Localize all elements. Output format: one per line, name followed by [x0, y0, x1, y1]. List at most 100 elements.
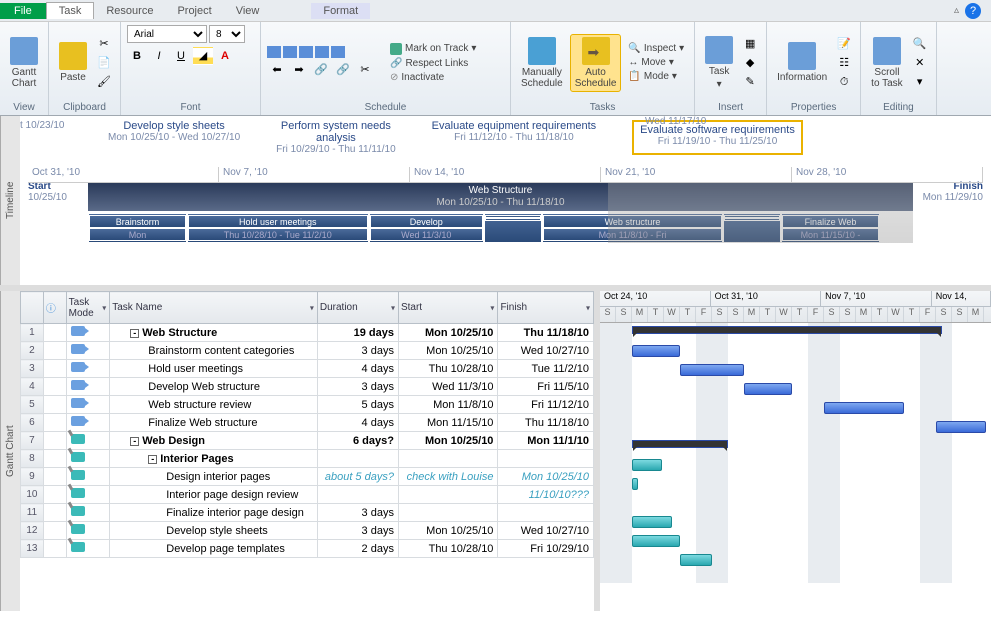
- name-cell[interactable]: Develop style sheets: [110, 522, 318, 540]
- auto-schedule-button[interactable]: ➡ Auto Schedule: [570, 34, 622, 92]
- fontcolor-button[interactable]: A: [215, 47, 235, 65]
- gantt-chart-area[interactable]: Oct 24, '10Oct 31, '10Nov 7, '10Nov 14, …: [600, 291, 991, 611]
- gantt-bar[interactable]: [824, 402, 904, 414]
- inactivate-button[interactable]: ⊘Inactivate: [386, 71, 480, 84]
- task-row[interactable]: 3 Hold user meetings 4 days Thu 10/28/10…: [21, 360, 594, 378]
- start-cell[interactable]: Thu 10/28/10: [398, 540, 497, 558]
- deliverable-button[interactable]: ✎: [740, 73, 760, 91]
- start-cell[interactable]: [398, 504, 497, 522]
- outline-toggle[interactable]: -: [130, 329, 139, 338]
- pct75-button[interactable]: [315, 46, 329, 58]
- start-cell[interactable]: Wed 11/3/10: [398, 378, 497, 396]
- finish-cell[interactable]: Thu 11/18/10: [498, 414, 594, 432]
- row-number[interactable]: 4: [21, 378, 44, 396]
- gantt-bar[interactable]: [632, 535, 680, 547]
- timeline-add-button[interactable]: ⏱: [834, 73, 854, 91]
- start-cell[interactable]: Mon 10/25/10: [398, 522, 497, 540]
- duration-cell[interactable]: 4 days: [317, 414, 398, 432]
- task-row[interactable]: 8 -Interior Pages: [21, 450, 594, 468]
- gantt-bar[interactable]: [632, 345, 680, 357]
- outdent-button[interactable]: ⬅: [267, 61, 287, 79]
- timeline-callout[interactable]: Evaluate equipment requirementsFri 11/12…: [432, 120, 596, 155]
- row-number[interactable]: 8: [21, 450, 44, 468]
- row-number[interactable]: 10: [21, 486, 44, 504]
- task-row[interactable]: 11 Finalize interior page design 3 days: [21, 504, 594, 522]
- task-row[interactable]: 5 Web structure review 5 days Mon 11/8/1…: [21, 396, 594, 414]
- gantt-bar[interactable]: [936, 421, 986, 433]
- copy-button[interactable]: 📄: [94, 54, 114, 72]
- duration-cell[interactable]: 19 days: [317, 324, 398, 342]
- cut-button[interactable]: ✂: [94, 35, 114, 53]
- task-row[interactable]: 12 Develop style sheets 3 days Mon 10/25…: [21, 522, 594, 540]
- pct100-button[interactable]: [331, 46, 345, 58]
- row-number[interactable]: 1: [21, 324, 44, 342]
- outline-toggle[interactable]: -: [148, 455, 157, 464]
- finish-cell[interactable]: Tue 11/2/10: [498, 360, 594, 378]
- clear-button[interactable]: ✕: [910, 54, 930, 72]
- pct50-button[interactable]: [299, 46, 313, 58]
- name-cell[interactable]: Web structure review: [110, 396, 318, 414]
- font-size-select[interactable]: 8: [209, 25, 245, 43]
- duration-cell[interactable]: 3 days: [317, 504, 398, 522]
- paste-button[interactable]: Paste: [55, 40, 91, 85]
- mode-cell[interactable]: [66, 522, 110, 540]
- mode-cell[interactable]: [66, 396, 110, 414]
- mode-cell[interactable]: [66, 504, 110, 522]
- timeline-panel[interactable]: t 10/23/10 Wed 11/17/10 Develop style sh…: [20, 116, 991, 285]
- row-number[interactable]: 6: [21, 414, 44, 432]
- pct25-button[interactable]: [283, 46, 297, 58]
- unlink-button[interactable]: 🔗: [333, 61, 353, 79]
- task-row[interactable]: 13 Develop page templates 2 days Thu 10/…: [21, 540, 594, 558]
- timeline-callout[interactable]: Perform system needsanalysisFri 10/29/10…: [276, 120, 396, 155]
- task-insert-button[interactable]: Task▾: [701, 34, 737, 92]
- project-tab[interactable]: Project: [165, 3, 223, 19]
- mode-cell[interactable]: [66, 432, 110, 450]
- indent-button[interactable]: ➡: [289, 61, 309, 79]
- duration-cell[interactable]: [317, 486, 398, 504]
- outline-toggle[interactable]: -: [130, 437, 139, 446]
- gantt-chart-button[interactable]: Gantt Chart: [6, 35, 42, 91]
- bold-button[interactable]: B: [127, 47, 147, 65]
- name-cell[interactable]: -Web Structure: [110, 324, 318, 342]
- finish-cell[interactable]: [498, 450, 594, 468]
- finish-col[interactable]: Finish▾: [498, 292, 594, 324]
- respect-links-button[interactable]: 🔗Respect Links: [386, 57, 480, 70]
- timeline-task-bar[interactable]: BrainstormMon: [88, 213, 187, 243]
- name-cell[interactable]: Finalize interior page design: [110, 504, 318, 522]
- mode-cell[interactable]: [66, 486, 110, 504]
- mode-col[interactable]: Task Mode▾: [66, 292, 110, 324]
- bgcolor-button[interactable]: ◢: [193, 47, 213, 65]
- help-icon[interactable]: ?: [965, 3, 981, 19]
- row-number[interactable]: 7: [21, 432, 44, 450]
- start-cell[interactable]: Mon 10/25/10: [398, 342, 497, 360]
- gantt-bar[interactable]: [632, 440, 728, 448]
- timeline-callout[interactable]: Develop style sheetsMon 10/25/10 - Wed 1…: [108, 120, 240, 155]
- row-number[interactable]: 11: [21, 504, 44, 522]
- information-button[interactable]: Information: [773, 40, 831, 85]
- format-painter-button[interactable]: 🖌: [94, 73, 114, 91]
- name-cell[interactable]: Brainstorm content categories: [110, 342, 318, 360]
- gantt-bar[interactable]: [632, 478, 638, 490]
- duration-cell[interactable]: 2 days: [317, 540, 398, 558]
- name-cell[interactable]: -Interior Pages: [110, 450, 318, 468]
- name-cell[interactable]: Finalize Web structure: [110, 414, 318, 432]
- mark-on-track-button[interactable]: Mark on Track ▾: [386, 42, 480, 56]
- name-col[interactable]: Task Name▾: [110, 292, 318, 324]
- move-button[interactable]: ↔Move ▾: [624, 56, 688, 69]
- row-number[interactable]: 12: [21, 522, 44, 540]
- duration-cell[interactable]: 3 days: [317, 378, 398, 396]
- task-row[interactable]: 6 Finalize Web structure 4 days Mon 11/1…: [21, 414, 594, 432]
- finish-cell[interactable]: Mon 11/1/10: [498, 432, 594, 450]
- finish-cell[interactable]: Thu 11/18/10: [498, 324, 594, 342]
- finish-cell[interactable]: Fri 10/29/10: [498, 540, 594, 558]
- italic-button[interactable]: I: [149, 47, 169, 65]
- view-tab[interactable]: View: [224, 3, 272, 19]
- notes-button[interactable]: 📝: [834, 35, 854, 53]
- row-number[interactable]: 9: [21, 468, 44, 486]
- duration-cell[interactable]: 5 days: [317, 396, 398, 414]
- mode-cell[interactable]: [66, 414, 110, 432]
- resource-tab[interactable]: Resource: [94, 3, 165, 19]
- inspect-button[interactable]: 🔍Inspect ▾: [624, 42, 688, 55]
- start-cell[interactable]: Mon 10/25/10: [398, 432, 497, 450]
- manually-schedule-button[interactable]: Manually Schedule: [517, 35, 567, 91]
